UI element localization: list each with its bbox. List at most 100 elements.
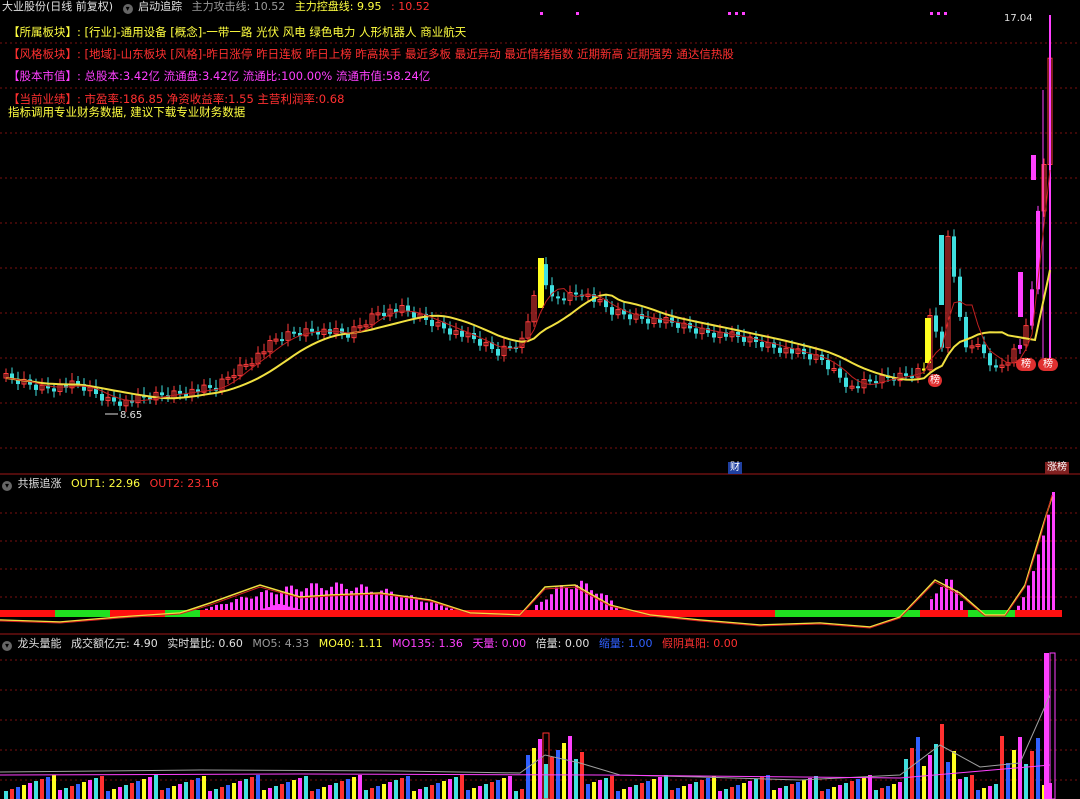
- volume-bar: [850, 781, 854, 799]
- volume-bar: [76, 784, 80, 799]
- volume-bar: [790, 784, 794, 799]
- histogram-bar: [960, 601, 963, 610]
- candle-body: [844, 377, 848, 387]
- candle-body: [478, 339, 482, 346]
- volume-bar: [520, 789, 524, 799]
- volume-bar: [748, 781, 752, 799]
- candle-body: [280, 339, 284, 342]
- volume-bar: [118, 787, 122, 799]
- volume-bar: [796, 782, 800, 799]
- candle-body: [562, 298, 566, 301]
- volume-bar: [256, 775, 260, 799]
- histogram-bar: [255, 596, 258, 610]
- candle-body: [742, 336, 746, 342]
- histogram-bar: [430, 602, 433, 610]
- candle-body: [208, 385, 212, 388]
- volume-bar: [778, 788, 782, 799]
- volume-bar: [10, 789, 14, 799]
- candle-body: [382, 312, 386, 316]
- volume-bar: [382, 784, 386, 799]
- candle-body: [574, 292, 578, 295]
- volume-bar: [448, 779, 452, 799]
- volume-bar: [772, 790, 776, 799]
- volume-bar: [376, 786, 380, 799]
- volume-bar: [358, 775, 362, 799]
- volume-bar: [742, 783, 746, 799]
- histogram-bar: [415, 598, 418, 610]
- histogram-bar: [360, 584, 363, 610]
- volume-bar: [820, 791, 824, 799]
- histogram-bar: [570, 589, 573, 610]
- volume-bar: [718, 791, 722, 799]
- histogram-bar: [325, 590, 328, 610]
- limit-up-marker[interactable]: 涨榜: [1045, 462, 1069, 474]
- candlesticks: [3, 15, 1053, 412]
- histogram-bar: [1042, 535, 1045, 610]
- volume-bar: [406, 776, 410, 799]
- histogram-bar: [940, 586, 943, 610]
- volume-bar: [682, 786, 686, 799]
- histogram-bar: [550, 594, 553, 610]
- panel2-histogram: [0, 492, 1062, 617]
- volume-bar: [226, 785, 230, 799]
- volume-bar: [616, 791, 620, 799]
- candle-body: [160, 392, 164, 396]
- volume-bar: [124, 785, 128, 799]
- volume-bar: [586, 784, 590, 799]
- histogram-bar: [585, 583, 588, 610]
- volume-bar: [538, 739, 542, 799]
- volume-bar: [808, 778, 812, 799]
- volume-bar: [976, 790, 980, 799]
- histogram-bar: [540, 601, 543, 610]
- candle-body: [964, 316, 968, 348]
- candle-body: [292, 331, 296, 334]
- histogram-bar: [1037, 554, 1040, 610]
- volume-chart[interactable]: [0, 635, 1080, 799]
- volume-bar: [592, 782, 596, 799]
- histogram-bar: [1047, 514, 1050, 610]
- candle-body: [676, 322, 680, 328]
- volume-bar: [82, 782, 86, 799]
- volume-bar: [40, 779, 44, 799]
- histogram-bar: [1027, 585, 1030, 610]
- volume-bar: [130, 783, 134, 799]
- volume-bar: [526, 755, 530, 799]
- volume-bar: [712, 776, 716, 799]
- histogram-bar: [250, 598, 253, 610]
- volume-bar: [628, 787, 632, 799]
- candle-body: [826, 360, 830, 370]
- volume-bar: [688, 784, 692, 799]
- volume-bar: [442, 781, 446, 799]
- top-marker: [576, 12, 579, 15]
- top-marker: [930, 12, 933, 15]
- volume-bar: [610, 776, 614, 799]
- volume-bar: [664, 775, 668, 799]
- volume-bar: [136, 781, 140, 799]
- volume-bar: [166, 788, 170, 799]
- volume-bar: [214, 789, 218, 799]
- candle-body: [760, 342, 764, 348]
- resonance-chart[interactable]: [0, 475, 1080, 635]
- volume-bar: [646, 781, 650, 799]
- volume-bar: [490, 782, 494, 799]
- volume-bar: [142, 779, 146, 799]
- candle-body: [112, 397, 116, 402]
- volume-bar: [238, 781, 242, 799]
- histogram-bar: [278, 604, 281, 610]
- volume-bar: [436, 783, 440, 799]
- volume-bar: [370, 788, 374, 799]
- volume-bar: [550, 757, 554, 799]
- volume-bar: [100, 776, 104, 799]
- volume-bar: [676, 788, 680, 799]
- volume-bar: [622, 789, 626, 799]
- price-chart[interactable]: [0, 0, 1080, 475]
- volume-bar: [910, 748, 914, 799]
- volume-bar: [1036, 738, 1040, 799]
- volume-bar: [868, 775, 872, 799]
- volume-bar: [64, 788, 68, 799]
- histogram-bar: [1017, 605, 1020, 610]
- volume-bar: [922, 766, 926, 799]
- volume-bar: [988, 786, 992, 799]
- histogram-bar: [1032, 571, 1035, 610]
- finance-marker[interactable]: 财: [728, 462, 742, 474]
